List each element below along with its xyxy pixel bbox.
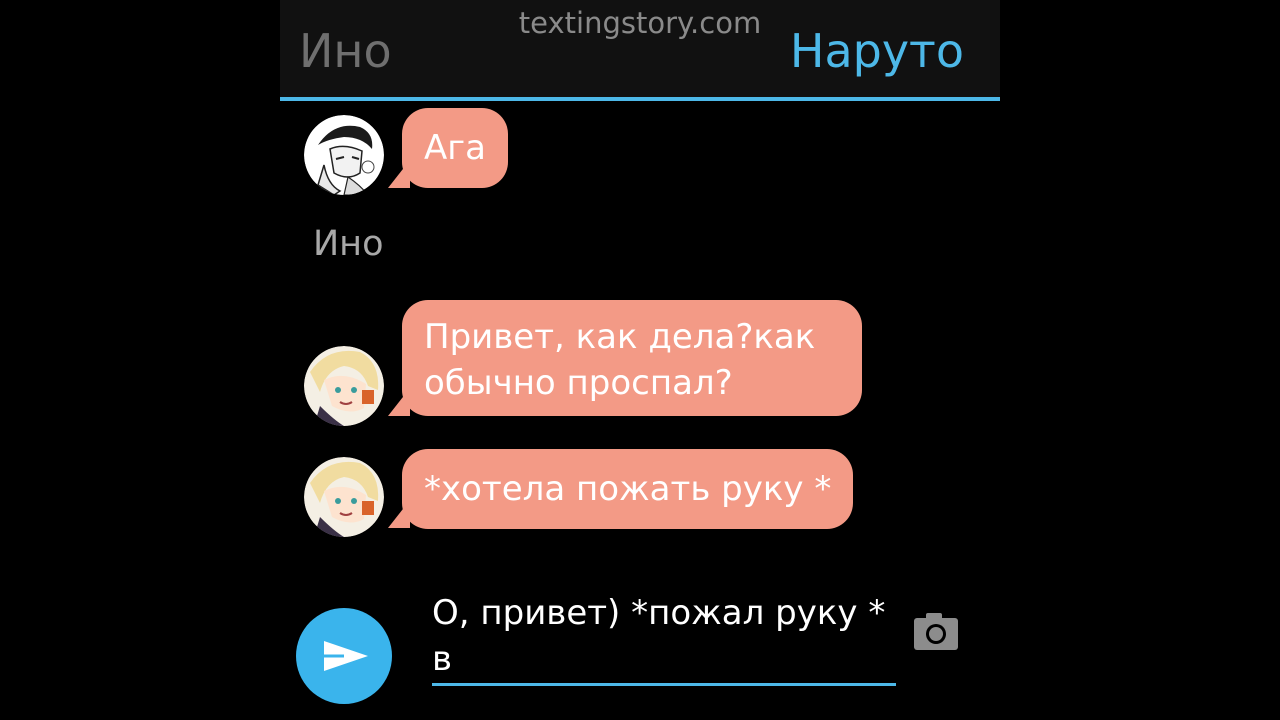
shikamaru-avatar	[304, 115, 384, 195]
camera-icon	[914, 613, 958, 650]
send-button[interactable]	[296, 608, 392, 704]
message-bubble[interactable]: Ага	[402, 108, 508, 188]
message-bubble[interactable]: *хотела пожать руку *	[402, 449, 854, 529]
chat-screen: textingstory.com Ино Наруто Ага Ино Прив…	[280, 0, 1000, 720]
camera-button[interactable]	[910, 610, 962, 654]
composer: О, привет) *пожал руку * в	[280, 590, 1000, 720]
ino-avatar	[304, 346, 384, 426]
ino-avatar	[304, 457, 384, 537]
contact-name-left[interactable]: Ино	[299, 24, 392, 78]
message-bubble[interactable]: Привет, как дела?как обычно проспал?	[402, 300, 862, 416]
sender-label: Ино	[313, 224, 384, 264]
chat-header: textingstory.com Ино Наруто	[280, 0, 1000, 101]
send-icon	[324, 641, 368, 671]
contact-name-right[interactable]: Наруто	[790, 24, 964, 78]
message-input[interactable]: О, привет) *пожал руку * в	[432, 590, 896, 686]
